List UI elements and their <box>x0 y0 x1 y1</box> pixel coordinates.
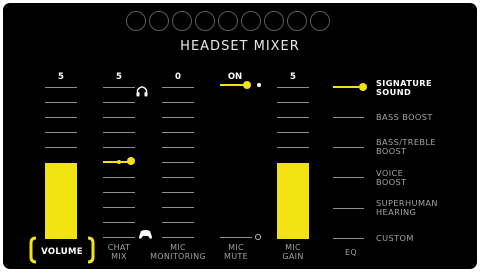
eq-preset-line <box>333 177 364 178</box>
mixer-panel: HEADSET MIXER 5 VOLUME 5 CHAT MIX 0 MIC … <box>3 3 477 269</box>
eq-active-line <box>333 86 359 88</box>
eq-preset-label: BASS BOOST <box>376 112 433 122</box>
page-dot[interactable] <box>264 11 284 31</box>
mic-gain-tick <box>277 87 309 88</box>
eq-preset-line <box>333 238 364 239</box>
eq-preset-label: BASS/TREBLE BOOST <box>376 137 436 156</box>
mic-monitoring-label: MIC MONITORING <box>150 243 206 261</box>
headset-icon <box>136 86 148 97</box>
chat-mix-tick <box>103 87 135 88</box>
volume-tick <box>45 147 77 148</box>
mic-monitoring-tick <box>162 207 194 208</box>
chat-mix-tick <box>103 102 135 103</box>
mic-monitoring-value: 0 <box>175 72 181 82</box>
chat-mix-tick <box>103 237 135 238</box>
chat-mix-tick <box>103 192 135 193</box>
eq-preset-line <box>333 117 364 118</box>
mic-gain-tick <box>277 147 309 148</box>
eq-active-marker <box>359 83 367 91</box>
volume-tick <box>45 102 77 103</box>
mic-gain-level-bar[interactable] <box>277 163 309 239</box>
page-dot[interactable] <box>287 11 307 31</box>
page-title: HEADSET MIXER <box>180 39 300 54</box>
mic-gain-label: MIC GAIN <box>282 243 304 261</box>
mic-monitoring-tick <box>162 117 194 118</box>
chat-mix-tick <box>103 177 135 178</box>
volume-value: 5 <box>58 72 64 82</box>
chat-mix-tick <box>103 117 135 118</box>
chat-mix-center-mark <box>117 160 121 164</box>
mic-monitoring-tick <box>162 162 194 163</box>
page-dot[interactable] <box>126 11 146 31</box>
mic-monitoring-tick <box>162 102 194 103</box>
mic-gain-value: 5 <box>290 72 296 82</box>
chat-mix-slider-handle[interactable] <box>127 157 135 165</box>
mic-mute-on-indicator <box>257 83 261 87</box>
eq-preset-line <box>333 147 364 148</box>
eq-label: EQ <box>345 248 357 257</box>
volume-label: VOLUME <box>41 247 83 257</box>
eq-preset-label: VOICE BOOST <box>376 168 407 187</box>
controller-icon <box>139 230 152 239</box>
chat-mix-tick <box>103 147 135 148</box>
chat-mix-tick <box>103 132 135 133</box>
screen: HEADSET MIXER 5 VOLUME 5 CHAT MIX 0 MIC … <box>0 0 483 273</box>
volume-tick <box>45 87 77 88</box>
page-dot[interactable] <box>241 11 261 31</box>
eq-preset-line <box>333 208 364 209</box>
page-dot[interactable] <box>195 11 215 31</box>
chat-mix-tick <box>103 222 135 223</box>
page-dot[interactable] <box>218 11 238 31</box>
mic-monitoring-tick <box>162 222 194 223</box>
mic-gain-tick <box>277 117 309 118</box>
eq-preset-label: CUSTOM <box>376 233 414 243</box>
mic-monitoring-tick <box>162 132 194 133</box>
mic-mute-tick <box>220 237 252 238</box>
mic-monitoring-tick <box>162 147 194 148</box>
mic-monitoring-tick <box>162 87 194 88</box>
mic-mute-off-indicator <box>255 234 261 240</box>
chat-mix-label: CHAT MIX <box>107 243 131 261</box>
page-dot[interactable] <box>172 11 192 31</box>
mic-gain-tick <box>277 132 309 133</box>
page-dot[interactable] <box>149 11 169 31</box>
chat-mix-value: 5 <box>116 72 122 82</box>
volume-tick <box>45 117 77 118</box>
chat-mix-tick <box>103 207 135 208</box>
eq-preset-label: SUPERHUMAN HEARING <box>376 198 438 217</box>
mic-mute-toggle-handle[interactable] <box>243 81 251 89</box>
mic-monitoring-tick <box>162 177 194 178</box>
volume-tick <box>45 132 77 133</box>
mic-monitoring-tick <box>162 237 194 238</box>
volume-level-bar[interactable] <box>45 163 77 239</box>
mic-monitoring-tick <box>162 192 194 193</box>
page-dot[interactable] <box>310 11 330 31</box>
mic-mute-label: MIC MUTE <box>224 243 248 261</box>
eq-preset-label: SIGNATURE SOUND <box>376 78 432 97</box>
mic-mute-value: ON <box>227 72 243 82</box>
mic-gain-tick <box>277 102 309 103</box>
